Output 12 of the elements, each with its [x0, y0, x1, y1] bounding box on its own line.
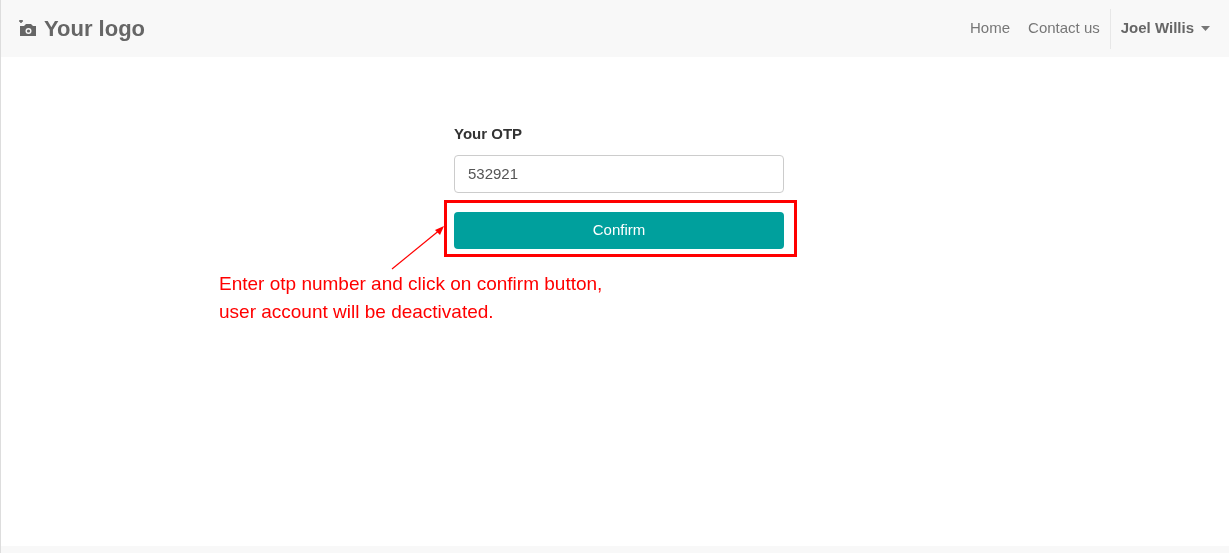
nav-link[interactable]: Home — [961, 17, 1020, 40]
nav-link[interactable]: Contact us — [1019, 17, 1109, 40]
logo[interactable]: Your logo — [18, 12, 146, 45]
confirm-button[interactable]: Confirm — [454, 211, 784, 249]
leader-line — [391, 224, 447, 270]
annotation-text: Enter otp number and click on confirm button, — [219, 272, 603, 296]
caret-icon — [1201, 26, 1210, 31]
annotation-text: user account will be deactivated. — [219, 300, 495, 324]
field-label: Your OTP — [454, 124, 524, 144]
otp-field[interactable]: 532921 — [454, 154, 784, 193]
camera-icon — [18, 19, 38, 38]
user-menu[interactable]: Joel Willis — [1111, 17, 1219, 40]
